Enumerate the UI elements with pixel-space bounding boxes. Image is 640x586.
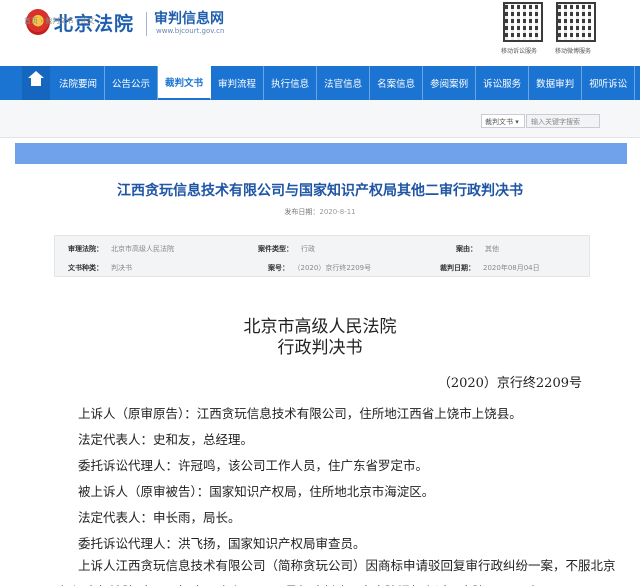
nav-item-litigation-service[interactable]: 诉讼服务	[476, 66, 530, 100]
meta-court-value: 北京市高级人民法院	[111, 245, 174, 253]
meta-court: 审理法院： 北京市高级人民法院	[68, 244, 174, 254]
paragraph: 法定代表人：申长雨，局长。	[78, 510, 241, 525]
main-nav: 法院要闻 公告公示 裁判文书 审判流程 执行信息 法官信息 名案信息 参阅案例 …	[0, 66, 640, 100]
case-number: （2020）京行终2209号	[437, 376, 582, 391]
qr-code-icon	[556, 2, 596, 42]
paragraph: 委托诉讼代理人：许冠鸣，该公司工作人员，住广东省罗定市。	[78, 458, 429, 473]
nav-item-famous-cases[interactable]: 名案信息	[370, 66, 424, 100]
meta-judge-date-label: 裁判日期：	[440, 264, 475, 272]
nav-item-judgments[interactable]: 裁判文书	[158, 66, 212, 100]
nav-item-trial-process[interactable]: 审判流程	[211, 66, 265, 100]
meta-case-no-label: 案号：	[268, 264, 289, 272]
search-input[interactable]: 输入关键字搜索	[526, 114, 600, 128]
nav-item-data-trial[interactable]: 数据审判	[529, 66, 583, 100]
home-button[interactable]	[22, 66, 50, 100]
qr-code-icon	[503, 2, 543, 42]
meta-case-type-value: 行政	[301, 245, 315, 253]
nav-item-reference-cases[interactable]: 参阅案例	[423, 66, 477, 100]
qr-label: 移动微博服务	[555, 48, 592, 55]
nav-items: 法院要闻 公告公示 裁判文书 审判流程 执行信息 法官信息 名案信息 参阅案例 …	[52, 66, 636, 100]
meta-cause: 案由： 其他	[456, 244, 499, 254]
nav-item-av-litigation[interactable]: 视听诉讼	[582, 66, 636, 100]
publish-date-value: 2020-8-11	[319, 208, 356, 216]
publish-date-label: 发布日期：	[284, 208, 320, 216]
search-category-select[interactable]: 裁判文书 ▾	[481, 114, 525, 128]
meta-case-type: 案件类型： 行政	[258, 244, 315, 254]
meta-cause-label: 案由：	[456, 245, 477, 253]
site-subtitle: 审判信息网	[154, 11, 224, 27]
judgment-type: 行政判决书	[277, 338, 363, 358]
meta-doc-type-value: 判决书	[111, 264, 132, 272]
breadcrumb[interactable]: 首页 › 裁判文书 › 正文	[24, 16, 95, 26]
site-header: 北京法院 审判信息网 www.bjcourt.gov.cn 移动诉讼服务 移动微…	[0, 0, 640, 66]
content-header-band	[15, 143, 627, 164]
paragraph: 法定代表人：史和友，总经理。	[78, 432, 254, 447]
meta-case-no: 案号： （2020）京行终2209号	[268, 263, 371, 273]
paragraph: 委托诉讼代理人：洪飞扬，国家知识产权局审查员。	[78, 536, 366, 551]
nav-item-announcements[interactable]: 公告公示	[105, 66, 159, 100]
nav-item-news[interactable]: 法院要闻	[52, 66, 106, 100]
meta-doc-type-label: 文书种类：	[68, 264, 103, 272]
document-title: 江西贪玩信息技术有限公司与国家知识产权局其他二审行政判决书	[117, 183, 523, 199]
publish-date: 发布日期：2020-8-11	[0, 207, 640, 217]
meta-judge-date-value: 2020年08月04日	[483, 264, 540, 272]
site-url: www.bjcourt.gov.cn	[156, 27, 225, 35]
meta-case-no-value: （2020）京行终2209号	[297, 264, 372, 272]
nav-item-enforcement[interactable]: 执行信息	[264, 66, 318, 100]
qr-label: 移动诉讼服务	[501, 48, 538, 55]
nav-item-judges[interactable]: 法官信息	[317, 66, 371, 100]
paragraph: 上诉人江西贪玩信息技术有限公司（简称贪玩公司）因商标申请驳回复审行政纠纷一案，不…	[60, 558, 616, 586]
meta-court-label: 审理法院：	[68, 245, 103, 253]
header-divider	[146, 12, 147, 36]
paragraph: 被上诉人（原审被告）：国家知识产权局，住所地北京市海淀区。	[78, 484, 435, 499]
meta-judge-date: 裁判日期： 2020年08月04日	[440, 263, 540, 273]
meta-case-type-label: 案件类型：	[258, 245, 293, 253]
home-icon	[28, 71, 44, 89]
meta-cause-value: 其他	[485, 245, 499, 253]
meta-doc-type: 文书种类： 判决书	[68, 263, 132, 273]
paragraph: 上诉人（原审原告）：江西贪玩信息技术有限公司，住所地江西省上饶市上饶县。	[78, 406, 522, 421]
